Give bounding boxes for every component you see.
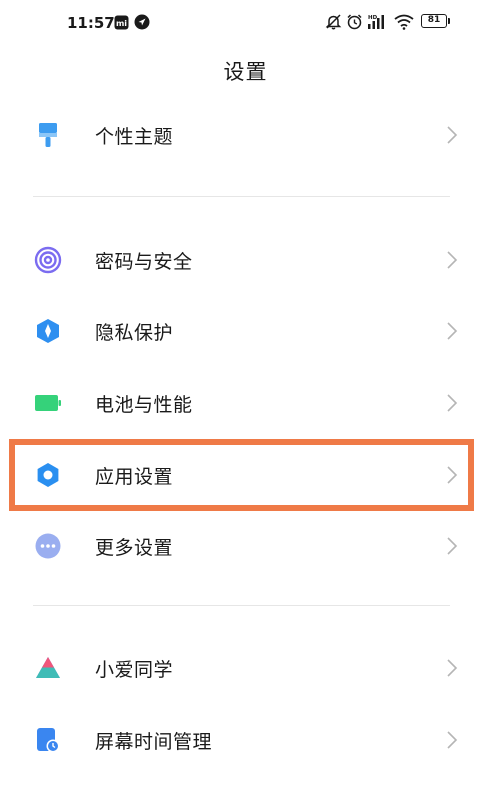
mi-store-icon: mi [113, 13, 129, 31]
settings-item-password-security[interactable]: 密码与安全 [0, 224, 491, 296]
battery-icon: 81 [421, 14, 447, 28]
settings-item-label: 密码与安全 [95, 251, 193, 273]
chevron-right-icon [445, 321, 459, 341]
settings-item-xiaoai[interactable]: 小爱同学 [0, 632, 491, 704]
settings-item-label: 隐私保护 [95, 322, 174, 344]
page-title: 设置 [223, 60, 268, 84]
settings-item-more-settings[interactable]: 更多设置 [0, 510, 491, 582]
alarm-icon [345, 12, 363, 30]
settings-item-label: 屏幕时间管理 [95, 731, 213, 753]
settings-item-label: 更多设置 [95, 537, 174, 559]
settings-item-app-settings[interactable]: 应用设置 [0, 439, 491, 511]
chevron-right-icon [445, 393, 459, 413]
chevron-right-icon [445, 250, 459, 270]
settings-item-battery-performance[interactable]: 电池与性能 [0, 367, 491, 439]
privacy-shield-icon [34, 317, 62, 345]
chevron-right-icon [445, 536, 459, 556]
status-time: 11:57 [67, 14, 115, 32]
fingerprint-icon [34, 246, 62, 274]
theme-brush-icon [34, 121, 62, 149]
battery-tip [448, 18, 450, 24]
wifi-icon [394, 12, 414, 30]
settings-item-label: 电池与性能 [95, 394, 193, 416]
xiaoai-icon [34, 654, 62, 682]
gear-icon [34, 461, 62, 489]
more-dots-icon [34, 532, 62, 560]
svg-text:HD: HD [368, 15, 378, 21]
navigation-icon [134, 13, 150, 31]
settings-item-label: 小爱同学 [95, 659, 174, 681]
settings-item-screen-time[interactable]: 屏幕时间管理 [0, 704, 491, 776]
screen-time-icon [34, 726, 62, 754]
chevron-right-icon [445, 658, 459, 678]
status-bar: 11:57 mi HD 81 [0, 0, 491, 44]
chevron-right-icon [445, 465, 459, 485]
mute-icon [324, 12, 342, 30]
section-divider [33, 196, 450, 197]
settings-item-privacy[interactable]: 隐私保护 [0, 295, 491, 367]
battery-performance-icon [34, 389, 62, 417]
chevron-right-icon [445, 125, 459, 145]
svg-text:mi: mi [115, 19, 126, 28]
hd-signal-icon: HD [367, 12, 389, 30]
section-divider [33, 605, 450, 606]
settings-item-theme[interactable]: 个性主题 [0, 99, 491, 171]
settings-item-label: 应用设置 [95, 466, 174, 488]
chevron-right-icon [445, 730, 459, 750]
settings-item-label: 个性主题 [95, 126, 174, 148]
